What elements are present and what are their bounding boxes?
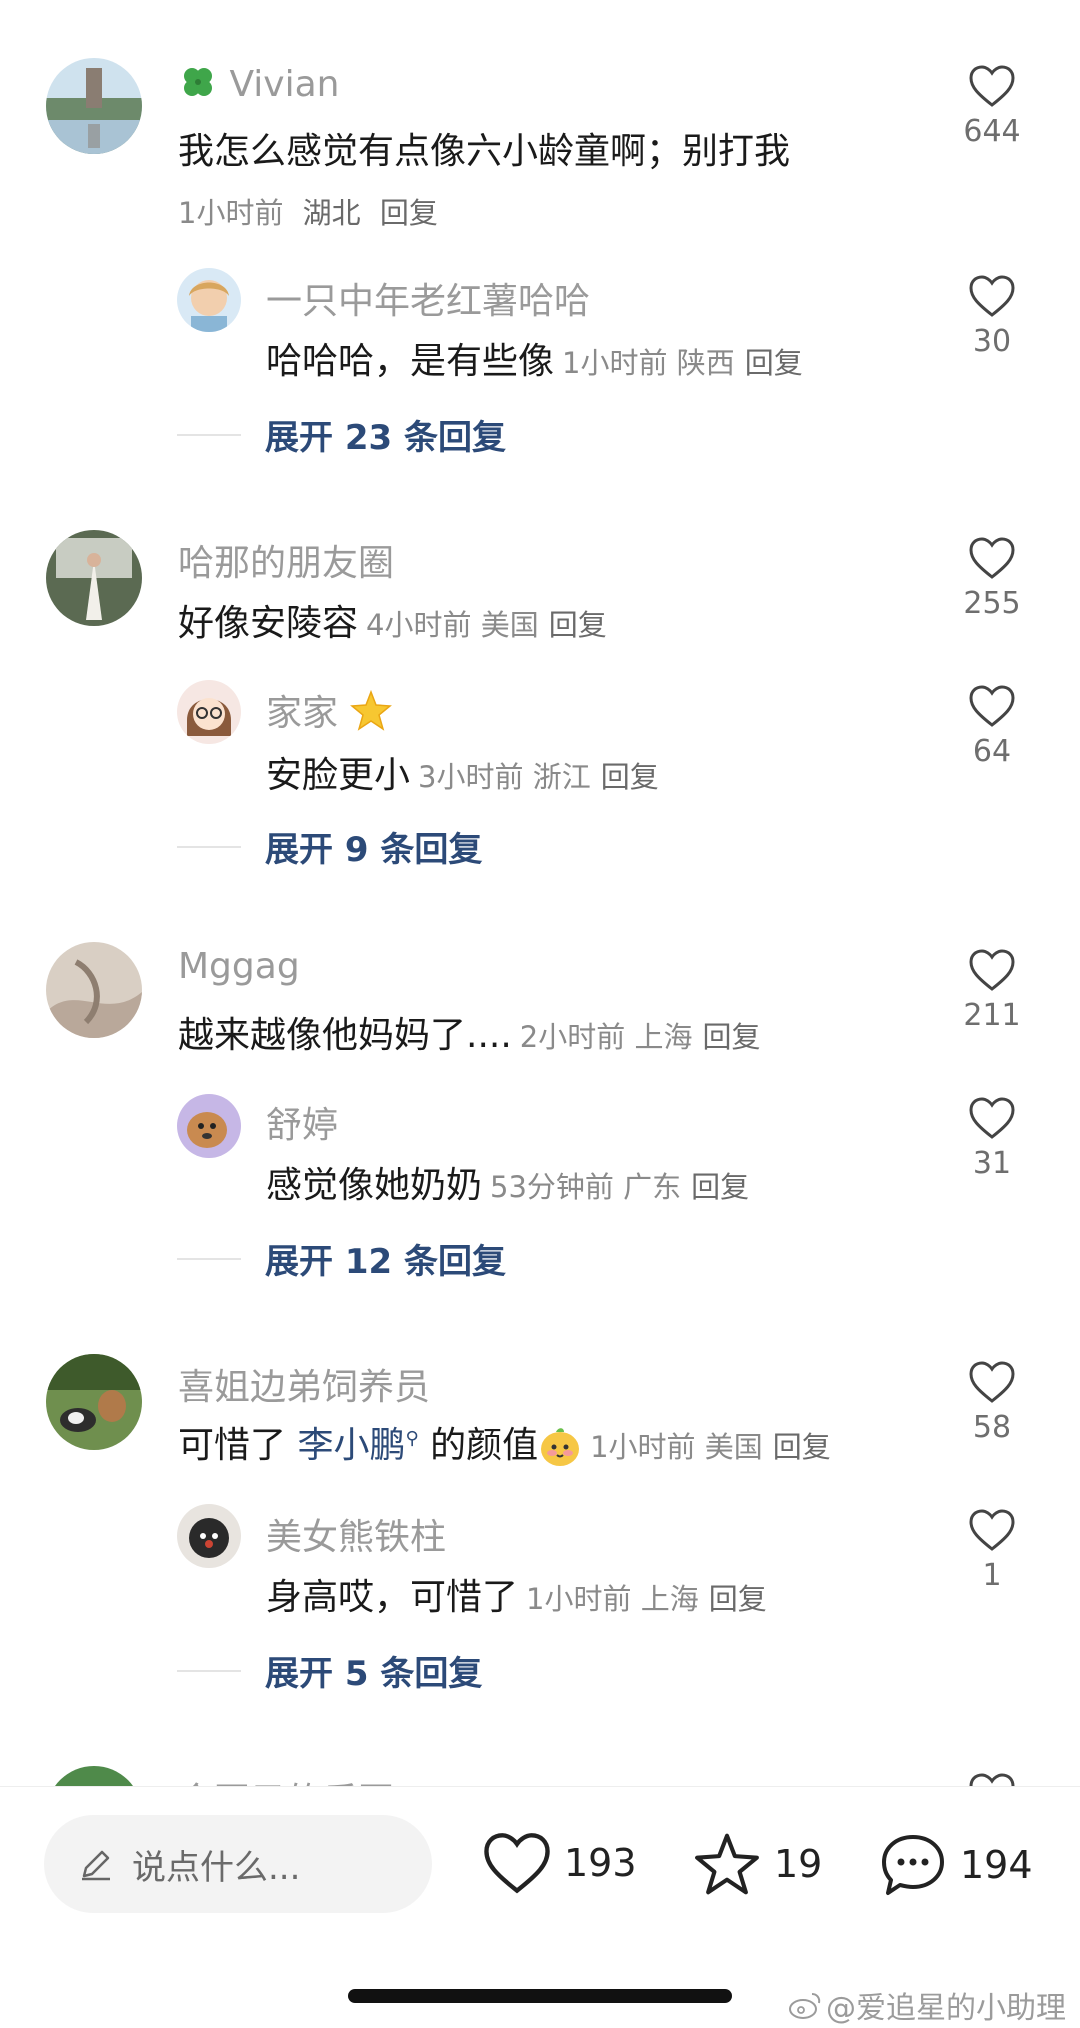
- comment-like-button[interactable]: 255: [944, 536, 1040, 621]
- comment-like-button[interactable]: 211: [944, 948, 1040, 1033]
- comment-input[interactable]: 说点什么...: [44, 1815, 432, 1913]
- comment-username[interactable]: 哈那的朋友圈: [178, 534, 394, 586]
- post-like-count: 193: [564, 1841, 637, 1885]
- reply-button[interactable]: 回复: [549, 608, 607, 642]
- user-avatar[interactable]: [46, 1766, 142, 1786]
- heart-icon: [969, 65, 1015, 107]
- post-favorite-count: 19: [774, 1842, 823, 1886]
- heart-icon: [969, 1097, 1015, 1139]
- reply-like-button[interactable]: 30: [944, 274, 1040, 359]
- reply-text: 感觉像她奶奶 53分钟前 广东 回复: [266, 1165, 750, 1206]
- comment-meta: 1小时前 湖北 回复: [178, 190, 438, 232]
- user-avatar[interactable]: [46, 530, 142, 626]
- smiling-face-sticker-icon: [538, 1425, 582, 1469]
- divider: [177, 1669, 241, 1672]
- reply-like-button[interactable]: 64: [944, 684, 1040, 769]
- comment-like-button[interactable]: 58: [944, 1360, 1040, 1445]
- user-avatar[interactable]: [46, 942, 142, 1038]
- comment-text: 可惜了 李小鹏⚲ 的颜值 1小时前 美国 回复: [178, 1416, 831, 1469]
- reply-like-button[interactable]: 31: [944, 1096, 1040, 1181]
- comment-location: 湖北: [302, 196, 361, 230]
- reply-user-avatar[interactable]: [177, 268, 241, 332]
- weibo-logo-icon: [789, 1993, 821, 2019]
- watermark: @爱追星的小助理: [788, 1983, 1066, 2027]
- reply-button[interactable]: 回复: [702, 1020, 760, 1054]
- reply-button[interactable]: 回复: [773, 1430, 831, 1464]
- heart-icon: [969, 1361, 1015, 1403]
- reply-button[interactable]: 回复: [745, 346, 803, 380]
- like-count: 255: [963, 586, 1021, 621]
- heart-icon: [969, 537, 1015, 579]
- comment-like-button[interactable]: [944, 1772, 1040, 1786]
- reply-user-avatar[interactable]: [177, 680, 241, 744]
- like-count: 64: [972, 734, 1012, 769]
- star-icon: [349, 689, 393, 733]
- like-count: 30: [972, 324, 1012, 359]
- comment-text: 好像安陵容 4小时前 美国 回复: [178, 603, 607, 644]
- home-indicator[interactable]: [348, 1989, 732, 2003]
- reply-button[interactable]: 回复: [380, 196, 438, 230]
- reply-text: 哈哈哈，是有些像 1小时前 陕西 回复: [266, 341, 803, 382]
- star-icon: [695, 1833, 759, 1895]
- comment-post-button[interactable]: 194: [878, 1831, 1033, 1899]
- comment-text: 越来越像他妈妈了.... 2小时前 上海 回复: [178, 1015, 761, 1056]
- reply-button[interactable]: 回复: [691, 1170, 749, 1204]
- reply-username[interactable]: 一只中年老红薯哈哈: [266, 272, 590, 324]
- comment-username[interactable]: Mggag: [178, 946, 300, 987]
- heart-icon: [969, 275, 1015, 317]
- pencil-icon: [82, 1850, 110, 1881]
- chat-bubble-icon: [882, 1835, 944, 1895]
- reply-text: 安脸更小 3小时前 浙江 回复: [266, 755, 659, 796]
- search-icon: ⚲: [405, 1428, 419, 1449]
- divider: [177, 433, 241, 436]
- bottom-action-bar: 说点什么... 193 19 194 @爱追星的小助理: [0, 1786, 1080, 2028]
- like-post-button[interactable]: 193: [482, 1831, 637, 1895]
- expand-replies-button[interactable]: 展开 9 条回复: [177, 822, 482, 871]
- comment-username[interactable]: 金豆子的乐园: [178, 1772, 394, 1786]
- user-avatar[interactable]: [46, 58, 142, 154]
- four-leaf-clover-icon: [178, 62, 218, 102]
- expand-replies-button[interactable]: 展开 12 条回复: [177, 1234, 506, 1283]
- reply-username[interactable]: 舒婷: [266, 1096, 338, 1148]
- like-count: 211: [963, 998, 1021, 1033]
- reply-user-avatar[interactable]: [177, 1504, 241, 1568]
- reply-username[interactable]: 美女熊铁柱: [266, 1508, 446, 1560]
- reply-user-avatar[interactable]: [177, 1094, 241, 1158]
- comment-time: 1小时前: [178, 196, 284, 230]
- like-count: 58: [972, 1410, 1012, 1445]
- heart-icon: [969, 949, 1015, 991]
- like-count: 1: [982, 1558, 1002, 1593]
- heart-icon: [969, 1509, 1015, 1551]
- like-count: 31: [972, 1146, 1012, 1181]
- comment-like-button[interactable]: 644: [944, 64, 1040, 149]
- comment-username[interactable]: 喜姐边弟饲养员: [178, 1358, 430, 1410]
- comment-username[interactable]: Vivian: [178, 62, 339, 105]
- divider: [177, 1257, 241, 1260]
- mention-link[interactable]: 李小鹏: [297, 1425, 405, 1466]
- reply-button[interactable]: 回复: [709, 1582, 767, 1616]
- heart-icon: [969, 685, 1015, 727]
- reply-like-button[interactable]: 1: [944, 1508, 1040, 1593]
- expand-replies-button[interactable]: 展开 23 条回复: [177, 410, 506, 459]
- heart-icon: [484, 1833, 550, 1894]
- user-avatar[interactable]: [46, 1354, 142, 1450]
- heart-icon: [969, 1773, 1015, 1786]
- divider: [177, 845, 241, 848]
- reply-button[interactable]: 回复: [601, 760, 659, 794]
- comment-list: Vivian 我怎么感觉有点像六小龄童啊；别打我 1小时前 湖北 回复 644 …: [0, 0, 1080, 1786]
- post-comment-count: 194: [960, 1843, 1033, 1887]
- like-count: 644: [963, 114, 1021, 149]
- comment-text: 我怎么感觉有点像六小龄童啊；别打我: [178, 131, 791, 172]
- favorite-post-button[interactable]: 19: [692, 1831, 822, 1897]
- comment-input-placeholder: 说点什么...: [132, 1847, 301, 1888]
- reply-username[interactable]: 家家: [266, 684, 393, 736]
- reply-text: 身高哎，可惜了 1小时前 上海 回复: [266, 1577, 767, 1618]
- expand-replies-button[interactable]: 展开 5 条回复: [177, 1646, 482, 1695]
